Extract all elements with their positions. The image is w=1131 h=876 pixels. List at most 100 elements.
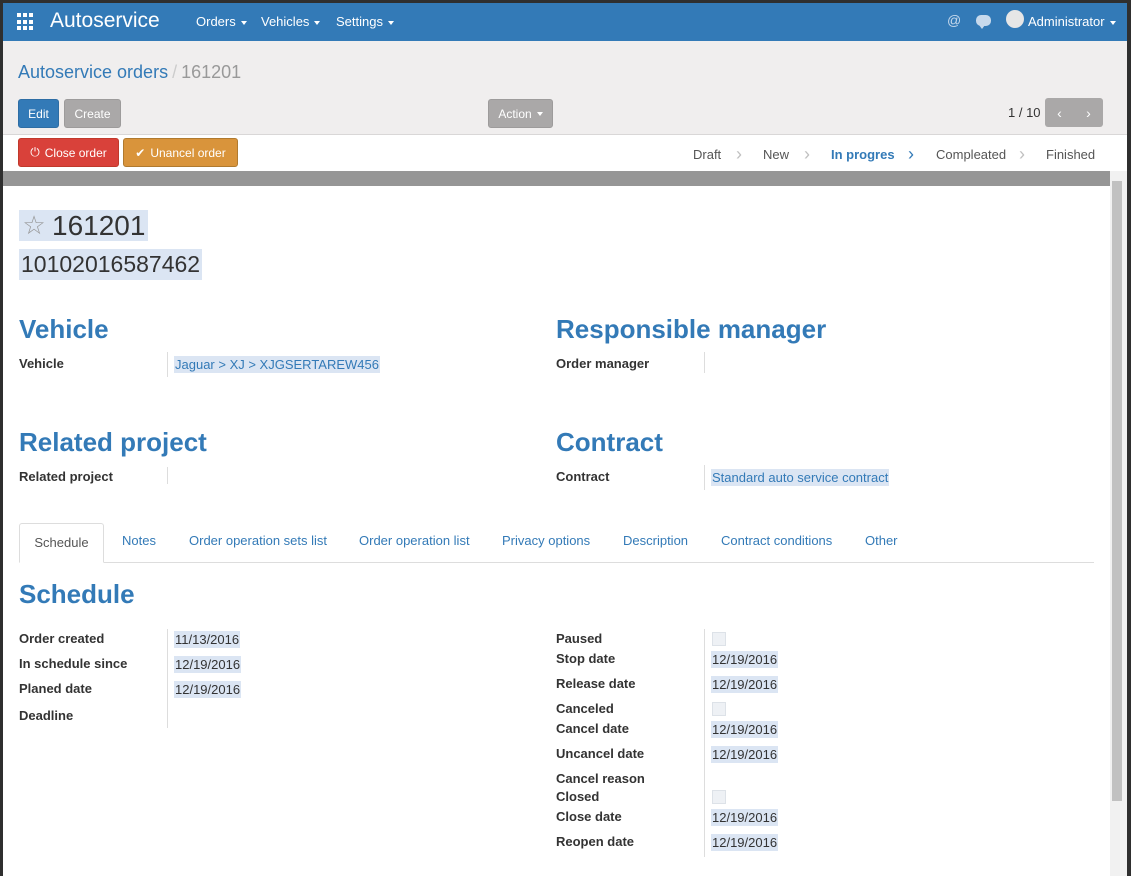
vehicle-field[interactable]: Jaguar > XJ > XJGSERTAREW456 (174, 356, 380, 373)
paused-checkbox[interactable] (712, 632, 726, 646)
cancel-date-label: Cancel date (556, 721, 629, 736)
stop-date-label: Stop date (556, 651, 616, 666)
uncancel-order-button[interactable]: ✔ Unancel order (123, 138, 238, 167)
check-icon: ✔ (135, 145, 146, 160)
star-icon[interactable]: ☆ (19, 210, 49, 241)
order-created-label: Order created (19, 631, 105, 646)
form-statusbar: ⏻ Close order ✔ Unancel order Draft › New … (3, 136, 1127, 171)
tab-contract-conditions[interactable]: Contract conditions (721, 533, 832, 548)
menu-orders[interactable]: Orders (196, 14, 247, 29)
stop-date-field[interactable]: 12/19/2016 (711, 651, 779, 668)
app-brand[interactable]: Autoservice (50, 9, 160, 33)
in-schedule-since-field[interactable]: 12/19/2016 (174, 656, 242, 673)
chevron-left-icon: ‹ (1057, 104, 1062, 121)
stage-new[interactable]: New (763, 147, 789, 162)
release-date-field[interactable]: 12/19/2016 (711, 676, 779, 693)
close-date-label: Close date (556, 809, 622, 824)
deadline-label: Deadline (19, 708, 74, 723)
tab-order-operation-list[interactable]: Order operation list (359, 533, 470, 548)
control-panel: Autoservice orders/161201 Edit Create Ac… (3, 41, 1127, 135)
close-order-button[interactable]: ⏻ Close order (18, 138, 119, 167)
closed-checkbox[interactable] (712, 790, 726, 804)
field-divider (704, 465, 705, 490)
uncancel-date-label: Uncancel date (556, 746, 645, 761)
caret-down-icon (240, 20, 247, 25)
menu-vehicles[interactable]: Vehicles (261, 14, 321, 29)
tab-description[interactable]: Description (623, 533, 688, 548)
avatar[interactable] (1006, 10, 1024, 28)
tab-privacy-options[interactable]: Privacy options (502, 533, 590, 548)
breadcrumb-parent-link[interactable]: Autoservice orders (18, 62, 168, 82)
app-window: Autoservice Orders Vehicles Settings @ A… (3, 3, 1127, 876)
vehicle-label: Vehicle (19, 356, 64, 371)
caret-down-icon (387, 20, 394, 25)
tab-schedule[interactable]: Schedule (19, 523, 104, 563)
schedule-heading: Schedule (19, 579, 135, 609)
field-divider (167, 352, 168, 377)
field-divider (167, 467, 168, 484)
cancel-reason-label: Cancel reason (556, 771, 645, 786)
contract-label: Contract (556, 469, 610, 484)
planed-date-field[interactable]: 12/19/2016 (174, 681, 242, 698)
paused-label: Paused (556, 631, 603, 646)
tab-other[interactable]: Other (865, 533, 898, 548)
canceled-label: Canceled (556, 701, 614, 716)
uncancel-date-field[interactable]: 12/19/2016 (711, 746, 779, 763)
stage-completed[interactable]: Compleated (936, 147, 1006, 162)
record-title: 161201 (49, 210, 149, 241)
create-button[interactable]: Create (64, 99, 121, 128)
breadcrumb-current: 161201 (181, 62, 242, 82)
menu-settings[interactable]: Settings (336, 14, 394, 29)
action-dropdown-button[interactable]: Action (488, 99, 553, 128)
cancel-date-field[interactable]: 12/19/2016 (711, 721, 779, 738)
close-date-field[interactable]: 12/19/2016 (711, 809, 779, 826)
closed-label: Closed (556, 789, 600, 804)
chevron-right-icon: › (1086, 104, 1091, 121)
order-created-field[interactable]: 11/13/2016 (174, 631, 241, 648)
planed-date-label: Planed date (19, 681, 92, 696)
stage-finished[interactable]: Finished (1046, 147, 1095, 162)
responsible-manager-heading: Responsible manager (556, 314, 827, 344)
caret-down-icon (1109, 20, 1116, 25)
vertical-scrollbar[interactable] (1110, 171, 1127, 876)
pager-value[interactable]: 1 / 10 (1008, 105, 1041, 120)
stage-in-progress[interactable]: In progres (831, 147, 895, 162)
top-navbar: Autoservice Orders Vehicles Settings @ A… (3, 3, 1127, 41)
caret-down-icon (536, 111, 543, 116)
related-project-label: Related project (19, 469, 113, 484)
field-divider (704, 629, 705, 857)
edit-button[interactable]: Edit (18, 99, 59, 128)
in-schedule-since-label: In schedule since (19, 656, 128, 671)
contract-field[interactable]: Standard auto service contract (711, 469, 890, 486)
scrollbar-thumb[interactable] (1112, 181, 1122, 801)
tab-order-operation-sets-list[interactable]: Order operation sets list (189, 533, 327, 548)
stage-chevron-icon: › (736, 144, 742, 164)
pager-next-button[interactable]: › (1074, 98, 1103, 127)
contract-heading: Contract (556, 427, 663, 457)
field-divider (167, 629, 168, 728)
user-menu[interactable]: Administrator (1028, 14, 1116, 29)
reopen-date-label: Reopen date (556, 834, 635, 849)
power-icon: ⏻ (30, 145, 40, 159)
stage-chevron-icon: › (1019, 144, 1025, 164)
vehicle-heading: Vehicle (19, 314, 109, 344)
tab-notes[interactable]: Notes (122, 533, 156, 548)
related-project-heading: Related project (19, 427, 207, 457)
stage-chevron-icon: › (908, 144, 914, 164)
stage-draft[interactable]: Draft (693, 147, 721, 162)
record-subtitle: 10102016587462 (19, 249, 203, 280)
canceled-checkbox[interactable] (712, 702, 726, 716)
apps-grid-icon[interactable] (17, 13, 35, 31)
pager-previous-button[interactable]: ‹ (1045, 98, 1074, 127)
breadcrumb: Autoservice orders/161201 (18, 62, 241, 83)
caret-down-icon (314, 20, 321, 25)
reopen-date-field[interactable]: 12/19/2016 (711, 834, 779, 851)
form-sheet: ☆ 161201 10102016587462 Vehicle Vehicle … (3, 186, 1110, 876)
release-date-label: Release date (556, 676, 636, 691)
breadcrumb-separator: / (172, 62, 178, 82)
order-manager-label: Order manager (556, 356, 650, 371)
chat-icon[interactable] (976, 15, 991, 29)
mentions-icon[interactable]: @ (947, 12, 961, 28)
field-divider (704, 352, 705, 373)
sheet-top-divider (3, 171, 1110, 186)
